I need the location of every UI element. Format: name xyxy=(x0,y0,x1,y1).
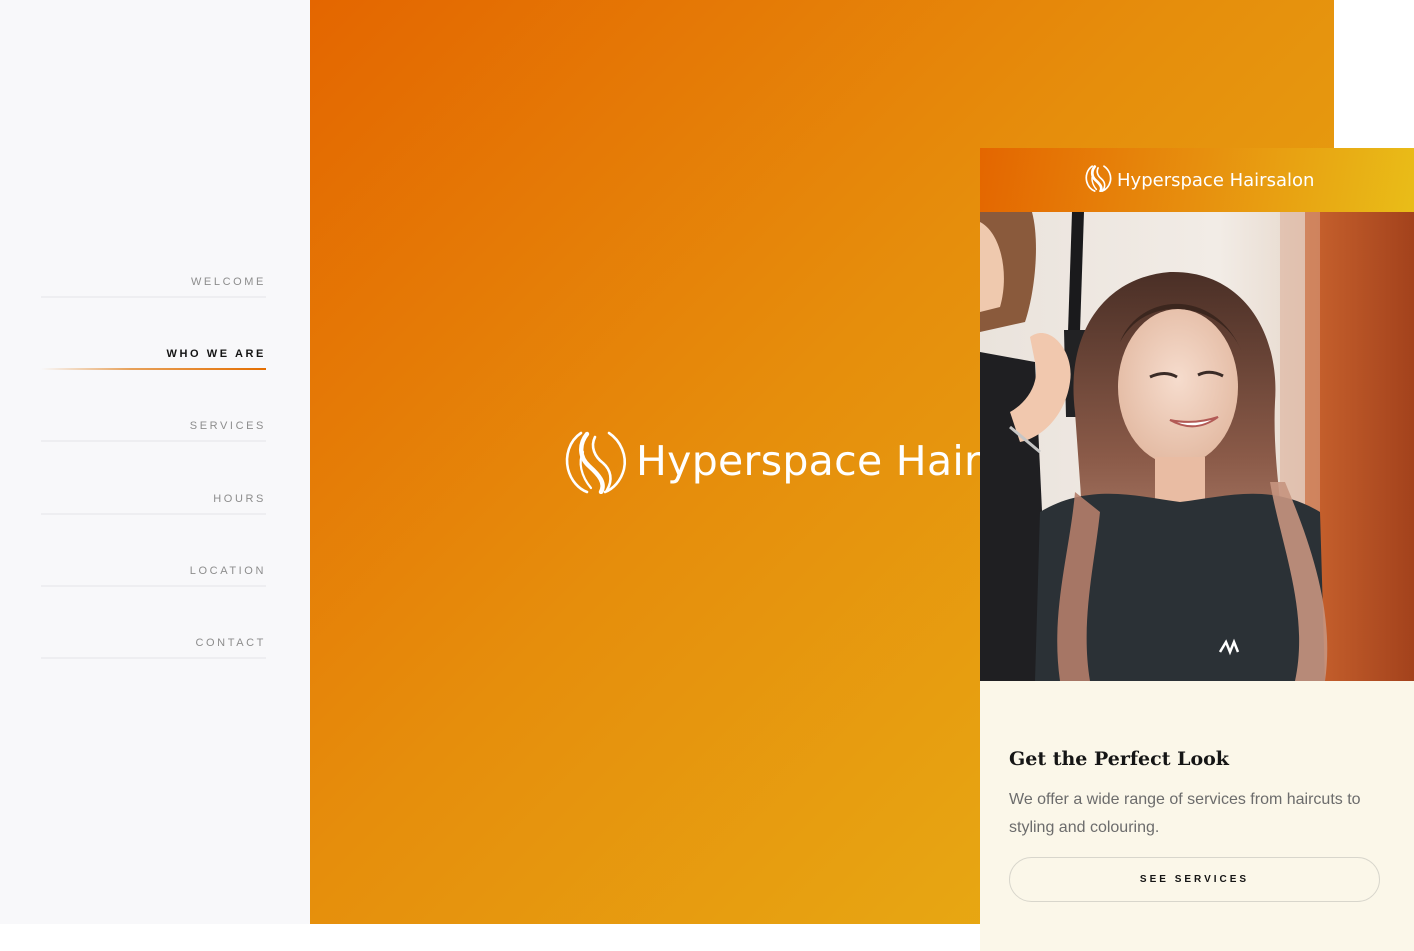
sidebar-item-welcome[interactable]: WELCOME xyxy=(41,276,266,298)
mobile-brand[interactable]: Hyperspace Hairsalon xyxy=(1085,164,1314,197)
sidebar-item-label: WELCOME xyxy=(190,276,266,288)
sidebar-item-divider xyxy=(41,440,266,442)
hair-swirl-logo-icon xyxy=(1085,164,1112,197)
see-services-button[interactable]: SEE SERVICES xyxy=(1009,857,1380,902)
sidebar-item-label: SERVICES xyxy=(189,420,266,432)
hair-swirl-logo-icon xyxy=(564,428,628,494)
hero-photo xyxy=(980,212,1414,681)
sidebar-item-divider xyxy=(41,296,266,298)
card-title: Get the Perfect Look xyxy=(1009,747,1229,770)
sidebar-item-label: HOURS xyxy=(213,493,266,505)
sidebar-nav: WELCOME WHO WE ARE SERVICES HOURS LOCATI… xyxy=(0,0,310,924)
sidebar-item-who-we-are[interactable]: WHO WE ARE xyxy=(41,348,266,370)
sidebar-item-label: LOCATION xyxy=(189,565,266,577)
sidebar-item-label: WHO WE ARE xyxy=(166,348,266,360)
sidebar-item-hours[interactable]: HOURS xyxy=(41,493,266,515)
sidebar-item-divider xyxy=(41,513,266,515)
sidebar-item-label: CONTACT xyxy=(195,637,266,649)
mobile-header: Hyperspace Hairsalon xyxy=(980,148,1414,212)
mobile-brand-name: Hyperspace Hairsalon xyxy=(1117,170,1315,191)
mobile-preview: Hyperspace Hairsalon Get the Perfect Loo… xyxy=(980,148,1414,951)
card-description: We offer a wide range of services from h… xyxy=(1009,791,1361,836)
sidebar-item-divider xyxy=(41,657,266,659)
sidebar-item-active-underline xyxy=(41,368,266,370)
sidebar-item-location[interactable]: LOCATION xyxy=(41,565,266,587)
sidebar-item-divider xyxy=(41,585,266,587)
sidebar-item-contact[interactable]: CONTACT xyxy=(41,637,266,659)
sidebar-item-services[interactable]: SERVICES xyxy=(41,420,266,442)
